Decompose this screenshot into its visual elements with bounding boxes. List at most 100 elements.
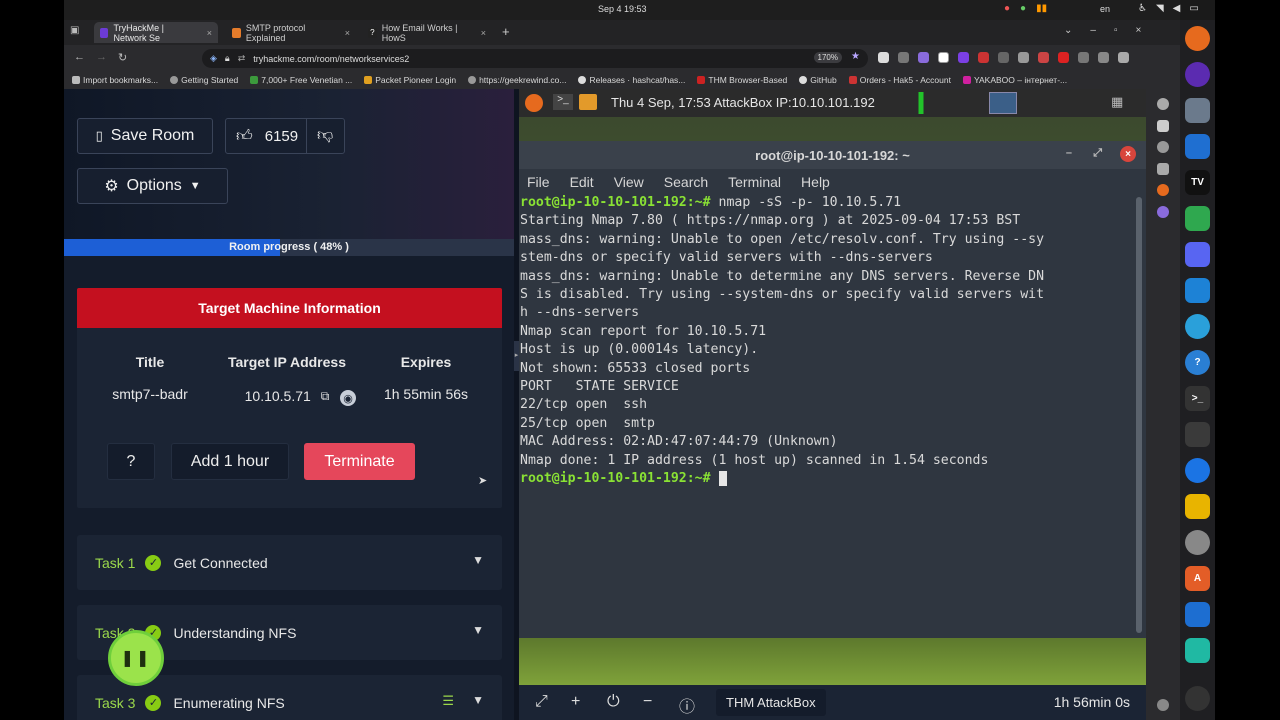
tab-howstuffworks[interactable]: ? How Email Works | HowS × bbox=[362, 22, 492, 43]
extension-icon[interactable] bbox=[938, 52, 949, 63]
files-icon[interactable] bbox=[1185, 98, 1210, 123]
app-icon[interactable] bbox=[579, 94, 597, 110]
sidebar-settings-icon[interactable] bbox=[1157, 98, 1169, 110]
wifi-icon[interactable]: ◥ bbox=[1156, 3, 1164, 14]
terminal-output[interactable]: root@ip-10-10-101-192:~# nmap -sS -p- 10… bbox=[519, 194, 1131, 638]
app-icon[interactable] bbox=[1185, 638, 1210, 663]
chevron-down-icon[interactable]: ▼ bbox=[472, 553, 484, 567]
tab-list-icon[interactable]: ⌄ bbox=[1064, 25, 1072, 36]
close-tab-icon[interactable]: × bbox=[345, 28, 350, 38]
extension-icon[interactable] bbox=[958, 52, 969, 63]
help-button[interactable]: ? bbox=[107, 443, 155, 480]
bookmark-item[interactable]: Packet Pioneer Login bbox=[364, 75, 456, 85]
shield-icon[interactable]: ◈ bbox=[210, 53, 217, 64]
rhythmbox-icon[interactable] bbox=[1185, 494, 1210, 519]
bookmark-item[interactable]: Import bookmarks... bbox=[72, 75, 158, 85]
ip-address[interactable]: 10.10.5.71 bbox=[245, 388, 311, 404]
keyboard-layout[interactable]: en bbox=[1100, 4, 1110, 14]
sidebar-icon[interactable] bbox=[1157, 120, 1169, 132]
lock-icon[interactable]: 🔒︎ bbox=[225, 53, 230, 64]
writer-icon[interactable] bbox=[1185, 134, 1210, 159]
terminal-window-icon[interactable] bbox=[989, 92, 1017, 114]
sidebar-gear-icon[interactable] bbox=[1157, 699, 1169, 711]
bookmark-item[interactable]: Orders - Hak5 - Account bbox=[848, 75, 951, 85]
history-icon[interactable] bbox=[1157, 141, 1169, 153]
close-window-icon[interactable]: × bbox=[1136, 25, 1142, 36]
battery-icon[interactable]: ▭ bbox=[1189, 3, 1198, 14]
extension-icon[interactable] bbox=[1038, 52, 1049, 63]
task-1[interactable]: Task 1 ✓ Get Connected ▼ bbox=[77, 535, 502, 590]
extension-icon[interactable] bbox=[978, 52, 989, 63]
extension-icon[interactable] bbox=[998, 52, 1009, 63]
tradingview-icon[interactable]: TV bbox=[1185, 170, 1210, 195]
menu-icon[interactable] bbox=[1118, 52, 1129, 63]
volume-icon[interactable]: ◀ bbox=[1173, 3, 1181, 14]
power-icon[interactable]: ⏻ bbox=[607, 693, 620, 711]
minimize-icon[interactable]: – bbox=[1066, 147, 1072, 159]
page-info-icon[interactable]: ⇄ bbox=[238, 53, 246, 64]
thumbs-up-icon[interactable]: 👍︎ bbox=[236, 127, 253, 146]
tray-app-icon[interactable]: ● bbox=[1004, 3, 1010, 14]
firefox-icon[interactable] bbox=[525, 94, 543, 112]
clock-icon[interactable] bbox=[1185, 530, 1210, 555]
sidebar-app-icon[interactable] bbox=[1157, 184, 1169, 196]
close-tab-icon[interactable]: × bbox=[481, 28, 486, 38]
extension-icon[interactable] bbox=[1078, 52, 1089, 63]
terminal-window[interactable]: root@ip-10-10-101-192: ~ – ⤢ × File Edit… bbox=[519, 141, 1146, 638]
accessibility-icon[interactable]: ♿ bbox=[1138, 3, 1147, 14]
menu-edit[interactable]: Edit bbox=[570, 174, 594, 190]
chevron-down-icon[interactable]: ▼ bbox=[472, 623, 484, 637]
discord-icon[interactable] bbox=[1185, 242, 1210, 267]
tray-recording-icon[interactable]: ▮▮ bbox=[1036, 3, 1047, 14]
menu-view[interactable]: View bbox=[614, 174, 644, 190]
gimp-icon[interactable] bbox=[1185, 422, 1210, 447]
minimize-icon[interactable]: – bbox=[1090, 25, 1096, 36]
close-icon[interactable]: × bbox=[1120, 146, 1136, 162]
bookmark-item[interactable]: Releases · hashcat/has... bbox=[578, 75, 685, 85]
tray-app-icon[interactable]: ● bbox=[1020, 3, 1026, 14]
thumbs-down-icon[interactable]: 👎︎ bbox=[317, 126, 333, 145]
extension-icon[interactable] bbox=[1018, 52, 1029, 63]
app-store-icon[interactable]: A bbox=[1185, 566, 1210, 591]
sidebar-app-icon[interactable] bbox=[1157, 206, 1169, 218]
telegram-icon[interactable] bbox=[1185, 314, 1210, 339]
system-clock[interactable]: Sep 4 19:53 bbox=[598, 4, 647, 14]
terminal-launcher-icon[interactable]: >_ bbox=[553, 94, 573, 110]
paint-icon[interactable] bbox=[1185, 206, 1210, 231]
forward-icon[interactable]: → bbox=[96, 51, 107, 63]
menu-help[interactable]: Help bbox=[801, 174, 830, 190]
copy-icon[interactable]: ⧉ bbox=[321, 389, 330, 404]
new-tab-button[interactable]: + bbox=[502, 24, 510, 39]
fullscreen-icon[interactable]: ⤢ bbox=[535, 693, 548, 711]
bookmark-star-icon[interactable]: ★ bbox=[851, 51, 860, 62]
tab-overview-icon[interactable]: ▣ bbox=[70, 25, 79, 36]
wireshark-icon[interactable] bbox=[1185, 602, 1210, 627]
add-hour-button[interactable]: Add 1 hour bbox=[171, 443, 289, 480]
bookmark-item[interactable]: Getting Started bbox=[170, 75, 238, 85]
terminate-button[interactable]: Terminate bbox=[304, 443, 415, 480]
minus-icon[interactable]: − bbox=[643, 693, 652, 711]
menu-file[interactable]: File bbox=[527, 174, 550, 190]
chevron-down-icon[interactable]: ▼ bbox=[472, 693, 484, 707]
close-tab-icon[interactable]: × bbox=[207, 28, 212, 38]
reload-icon[interactable]: ↻ bbox=[118, 51, 127, 64]
thunderbird-icon[interactable] bbox=[1185, 458, 1210, 483]
terminal-icon[interactable]: >_ bbox=[1185, 386, 1210, 411]
options-button[interactable]: ⚙ Options ▼ bbox=[77, 168, 228, 204]
save-room-button[interactable]: ▯ Save Room bbox=[77, 118, 213, 154]
bookmark-item[interactable]: 7,000+ Free Venetian ... bbox=[250, 75, 352, 85]
desktop-icon[interactable]: ▦ bbox=[1111, 94, 1123, 110]
bookmark-item[interactable]: GitHub bbox=[799, 75, 837, 85]
tor-browser-icon[interactable] bbox=[1185, 62, 1210, 87]
extension-icon[interactable] bbox=[878, 52, 889, 63]
menu-terminal[interactable]: Terminal bbox=[728, 174, 781, 190]
bookmarks-icon[interactable] bbox=[1157, 163, 1169, 175]
zoom-level[interactable]: 170% bbox=[813, 52, 842, 63]
tab-smtp[interactable]: SMTP protocol Explained × bbox=[226, 22, 356, 43]
firefox-icon[interactable] bbox=[1185, 26, 1210, 51]
maximize-icon[interactable]: ⤢ bbox=[1093, 147, 1102, 160]
extension-icon[interactable] bbox=[1058, 52, 1069, 63]
bookmark-item[interactable]: THM Browser-Based bbox=[697, 75, 787, 85]
show-apps-icon[interactable] bbox=[1185, 686, 1210, 711]
back-icon[interactable]: ← bbox=[74, 51, 85, 63]
